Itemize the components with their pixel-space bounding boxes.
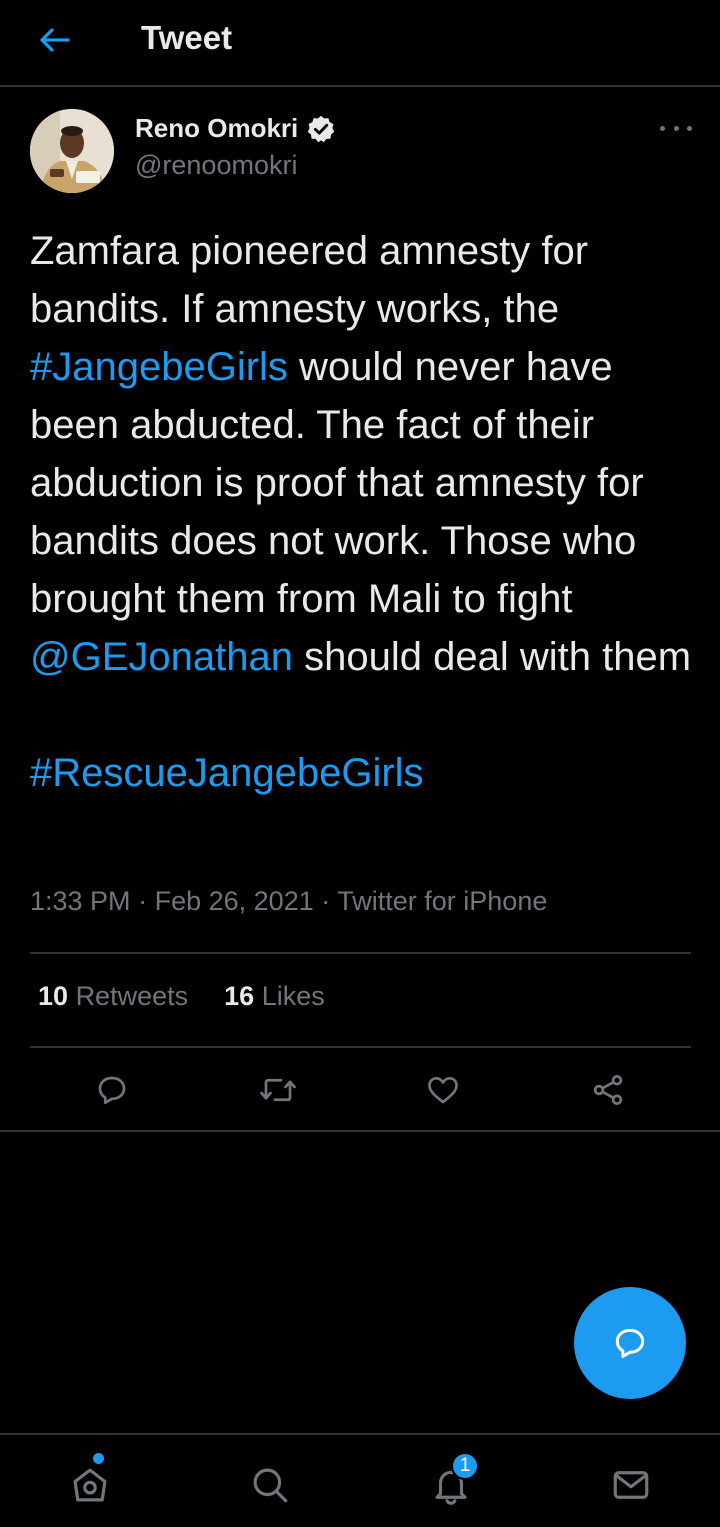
retweets-stat[interactable]: 10 Retweets — [38, 981, 188, 1012]
mail-icon — [613, 1471, 649, 1499]
more-dot-icon — [687, 125, 692, 131]
likes-count: 16 — [224, 981, 255, 1011]
tweet-text-part: Zamfara pioneered amnesty for bandits. I… — [30, 229, 589, 331]
more-dot-icon — [660, 125, 665, 131]
avatar[interactable] — [30, 109, 114, 193]
meta-separator: · — [138, 886, 148, 916]
notification-count-badge: 1 — [451, 1452, 479, 1480]
nav-notifications[interactable]: 1 — [423, 1452, 479, 1513]
divider — [0, 1130, 720, 1132]
retweet-button[interactable] — [252, 1064, 304, 1116]
meta-separator: · — [321, 886, 331, 916]
top-bar: Tweet — [0, 0, 720, 87]
retweets-label: Retweets — [75, 981, 189, 1011]
more-dot-icon — [673, 125, 679, 131]
home-icon — [73, 1468, 107, 1502]
divider — [30, 952, 691, 954]
more-options-button[interactable] — [660, 118, 692, 138]
author-display-name: Reno Omokri — [135, 113, 299, 143]
reply-icon — [98, 1076, 126, 1105]
retweet-icon — [260, 1078, 296, 1102]
tweet-source[interactable]: Twitter for iPhone — [337, 886, 547, 916]
author-name[interactable]: Reno Omokri — [135, 113, 336, 144]
page-title: Tweet — [141, 19, 233, 56]
divider — [30, 1046, 691, 1048]
share-icon — [593, 1075, 623, 1105]
back-arrow-icon — [40, 28, 70, 52]
reply-icon — [615, 1328, 645, 1358]
nav-messages[interactable] — [603, 1457, 659, 1513]
nav-search[interactable] — [242, 1457, 298, 1513]
tweet-actions — [0, 1064, 720, 1116]
search-icon — [253, 1468, 288, 1503]
avatar-image — [30, 109, 114, 193]
author-handle[interactable]: @renoomokri — [135, 150, 297, 181]
likes-stat[interactable]: 16 Likes — [224, 981, 325, 1012]
tweet-time: 1:33 PM — [30, 886, 131, 916]
tweet-text-part: should deal with them — [293, 635, 692, 679]
tweet-meta: 1:33 PM · Feb 26, 2021 · Twitter for iPh… — [30, 886, 547, 917]
reply-button[interactable] — [86, 1064, 138, 1116]
like-button[interactable] — [417, 1064, 469, 1116]
bottom-navigation: 1 — [0, 1433, 720, 1527]
back-button[interactable] — [34, 22, 74, 58]
mention-link[interactable]: @GEJonathan — [30, 635, 293, 679]
likes-label: Likes — [261, 981, 325, 1011]
hashtag-link[interactable]: #JangebeGirls — [30, 345, 288, 389]
verified-badge-icon — [308, 115, 335, 142]
hashtag-link[interactable]: #RescueJangebeGirls — [30, 751, 424, 795]
tweet-date: Feb 26, 2021 — [154, 886, 314, 916]
share-button[interactable] — [582, 1064, 634, 1116]
retweets-count: 10 — [38, 981, 69, 1011]
tweet-stats: 10 Retweets 16 Likes — [38, 981, 325, 1012]
heart-icon — [428, 1076, 458, 1104]
new-content-badge — [93, 1453, 104, 1464]
compose-reply-button[interactable] — [574, 1287, 686, 1399]
tweet-text: Zamfara pioneered amnesty for bandits. I… — [30, 222, 700, 802]
nav-home[interactable] — [62, 1453, 118, 1513]
